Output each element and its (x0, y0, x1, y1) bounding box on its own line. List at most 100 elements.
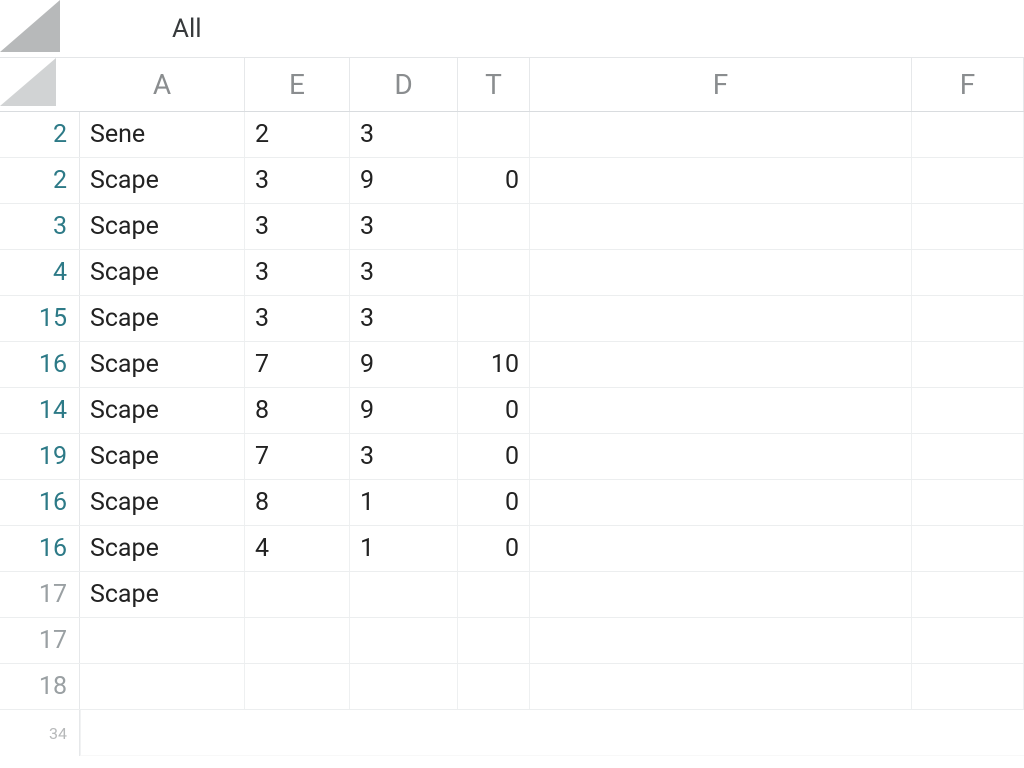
cell[interactable] (530, 480, 912, 525)
cell[interactable] (912, 664, 1024, 709)
cell[interactable] (530, 342, 912, 387)
empty-area[interactable] (80, 710, 1024, 756)
cell[interactable] (530, 158, 912, 203)
cell[interactable]: Scape (80, 342, 245, 387)
cell[interactable] (80, 618, 245, 663)
row-header[interactable]: 2 (0, 158, 80, 203)
cell[interactable] (350, 618, 458, 663)
cell[interactable]: Scape (80, 434, 245, 479)
row-header[interactable]: 34 (0, 710, 80, 756)
cell[interactable] (912, 572, 1024, 617)
cell[interactable] (245, 572, 350, 617)
cell[interactable]: 1 (350, 480, 458, 525)
col-header-A[interactable]: A (80, 58, 245, 111)
cell[interactable] (530, 664, 912, 709)
cell[interactable]: Scape (80, 250, 245, 295)
cell[interactable] (530, 112, 912, 157)
cell[interactable] (350, 572, 458, 617)
cell[interactable]: Scape (80, 572, 245, 617)
cell[interactable]: 3 (350, 112, 458, 157)
cell[interactable]: 3 (350, 204, 458, 249)
cell[interactable]: 8 (245, 388, 350, 433)
cell[interactable]: 3 (245, 204, 350, 249)
cell[interactable] (458, 664, 530, 709)
cell[interactable]: 8 (245, 480, 350, 525)
cell[interactable] (458, 618, 530, 663)
cell[interactable] (912, 480, 1024, 525)
row-header[interactable]: 18 (0, 664, 80, 709)
cell[interactable] (245, 618, 350, 663)
cell[interactable] (245, 664, 350, 709)
cell[interactable]: 3 (350, 434, 458, 479)
cell[interactable]: 7 (245, 434, 350, 479)
cell[interactable] (912, 296, 1024, 341)
cell[interactable] (530, 526, 912, 571)
cell[interactable]: 4 (245, 526, 350, 571)
cell[interactable]: 0 (458, 158, 530, 203)
cell[interactable] (912, 112, 1024, 157)
cell[interactable]: Scape (80, 204, 245, 249)
cell[interactable] (912, 526, 1024, 571)
cell[interactable] (458, 296, 530, 341)
col-header-D[interactable]: D (350, 58, 458, 111)
cell[interactable] (530, 296, 912, 341)
cell[interactable]: 10 (458, 342, 530, 387)
cell[interactable]: 0 (458, 434, 530, 479)
cell[interactable] (458, 204, 530, 249)
row-header[interactable]: 3 (0, 204, 80, 249)
row-header[interactable]: 16 (0, 342, 80, 387)
col-header-F[interactable]: F (530, 58, 912, 111)
cell[interactable]: 9 (350, 342, 458, 387)
cell[interactable]: Scape (80, 388, 245, 433)
col-header-T[interactable]: T (458, 58, 530, 111)
cell[interactable] (530, 434, 912, 479)
cell[interactable]: 3 (245, 158, 350, 203)
cell[interactable]: Scape (80, 480, 245, 525)
cell[interactable] (912, 342, 1024, 387)
cell[interactable] (80, 664, 245, 709)
cell[interactable]: 1 (350, 526, 458, 571)
cell[interactable]: 0 (458, 388, 530, 433)
cell[interactable] (912, 618, 1024, 663)
cell[interactable]: 2 (245, 112, 350, 157)
cell[interactable] (530, 618, 912, 663)
cell[interactable]: 3 (245, 296, 350, 341)
cell[interactable] (912, 204, 1024, 249)
select-all-triangle-icon[interactable] (0, 0, 80, 58)
cell[interactable]: 0 (458, 526, 530, 571)
filter-dropdown[interactable]: All (80, 14, 202, 44)
cell[interactable]: 3 (245, 250, 350, 295)
cell[interactable]: 9 (350, 388, 458, 433)
cell[interactable]: Scape (80, 158, 245, 203)
row-header[interactable]: 19 (0, 434, 80, 479)
cell[interactable] (350, 664, 458, 709)
cell[interactable] (912, 388, 1024, 433)
cell[interactable] (530, 204, 912, 249)
cell[interactable] (530, 250, 912, 295)
cell[interactable]: 7 (245, 342, 350, 387)
row-header[interactable]: 16 (0, 526, 80, 571)
cell[interactable]: 3 (350, 296, 458, 341)
row-header[interactable]: 16 (0, 480, 80, 525)
cell[interactable] (912, 158, 1024, 203)
cell[interactable] (912, 434, 1024, 479)
cell[interactable] (530, 572, 912, 617)
cell[interactable] (530, 388, 912, 433)
col-header-F2[interactable]: F (912, 58, 1024, 111)
cell[interactable]: 9 (350, 158, 458, 203)
cell[interactable] (458, 250, 530, 295)
cell[interactable]: Scape (80, 296, 245, 341)
cell[interactable]: 3 (350, 250, 458, 295)
row-header[interactable]: 17 (0, 572, 80, 617)
row-header[interactable]: 4 (0, 250, 80, 295)
select-all-corner-icon[interactable] (0, 58, 80, 111)
cell[interactable]: Scape (80, 526, 245, 571)
row-header[interactable]: 17 (0, 618, 80, 663)
row-header[interactable]: 15 (0, 296, 80, 341)
cell[interactable] (458, 572, 530, 617)
cell[interactable]: 0 (458, 480, 530, 525)
col-header-E[interactable]: E (245, 58, 350, 111)
cell[interactable] (912, 250, 1024, 295)
cell[interactable] (458, 112, 530, 157)
cell[interactable]: Sene (80, 112, 245, 157)
